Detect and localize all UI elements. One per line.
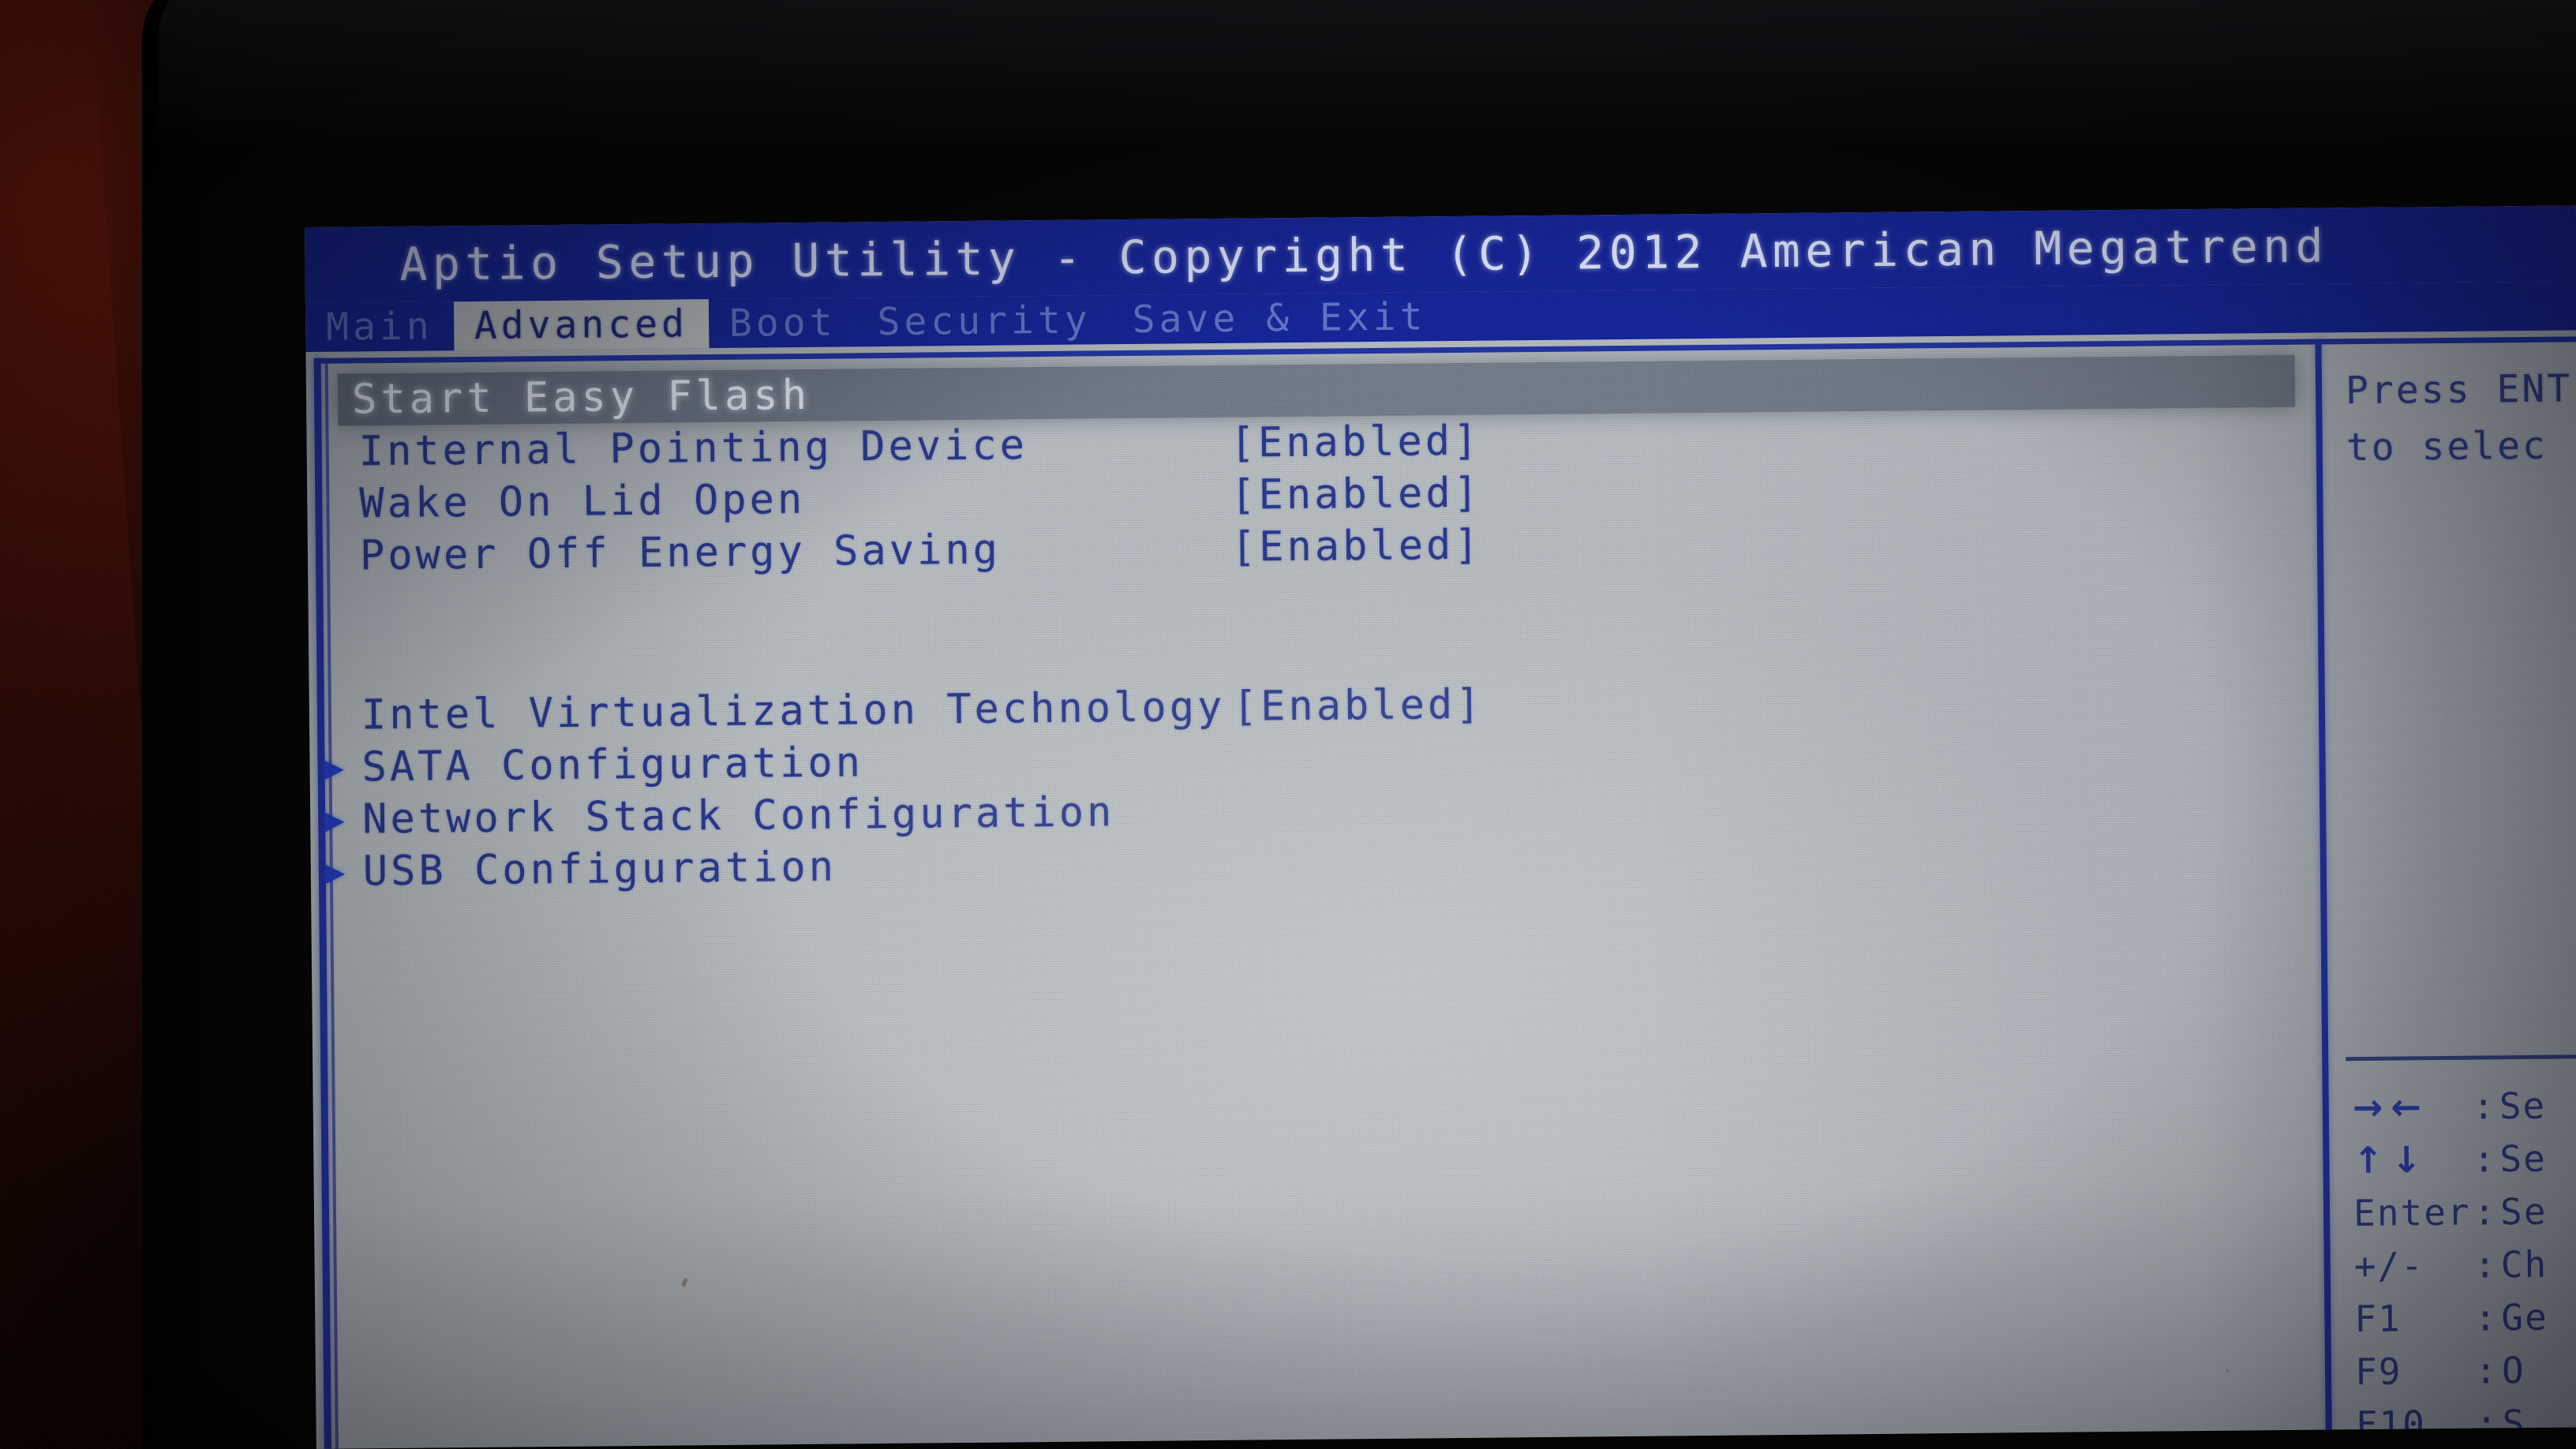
key-legend-row-f9: F9 : O (2355, 1342, 2576, 1398)
help-text-line: to selec (2346, 423, 2548, 470)
menu-item-value[interactable]: [Enabled] (1230, 470, 1481, 519)
key-separator: : (2473, 1189, 2498, 1234)
key-description: Ge (2501, 1295, 2549, 1339)
key-legend-row-updown: ↑↓ : Se (2353, 1131, 2576, 1186)
key-separator: : (2473, 1136, 2497, 1181)
key-description: Se (2499, 1189, 2548, 1233)
key-legend-row-leftright: →← : Se (2352, 1078, 2576, 1133)
menu-item-label: SATA Configuration (361, 739, 864, 792)
menu-item-label: Wake On Lid Open (359, 475, 806, 528)
laptop-bezel-highlight (158, 0, 2576, 142)
menu-item-label: USB Configuration (362, 843, 837, 896)
key-description: Se (2499, 1136, 2548, 1180)
key-name: Enter (2353, 1190, 2471, 1234)
submenu-arrow-icon: ▶ (324, 852, 346, 891)
tab-boot[interactable]: Boot (709, 298, 857, 348)
tab-save-exit[interactable]: Save & Exit (1111, 292, 1447, 344)
key-name: +/- (2353, 1243, 2425, 1287)
key-legend-row-plusminus: +/- : Ch (2353, 1237, 2576, 1292)
key-description: O (2501, 1348, 2525, 1391)
key-legend-row-f1: F1 : Ge (2354, 1290, 2576, 1345)
menu-item-label: Power Off Energy Saving (359, 526, 1002, 580)
key-legend-row-enter: Enter : Se (2353, 1184, 2576, 1239)
photo-scene: Aptio Setup Utility - Copyright (C) 2012… (0, 0, 2576, 1449)
key-separator: : (2473, 1242, 2498, 1286)
key-separator: : (2472, 1084, 2496, 1128)
menu-item-value[interactable]: [Enabled] (1230, 417, 1481, 467)
menu-item-value[interactable]: [Enabled] (1233, 681, 1484, 731)
submenu-arrow-icon: ▶ (324, 799, 345, 839)
help-text-line: Press ENT (2345, 366, 2573, 414)
key-description: Se (2499, 1084, 2547, 1127)
tab-main[interactable]: Main (305, 301, 454, 352)
menu-item-label: Intel Virtualization Technology (361, 683, 1226, 739)
bios-screen: Aptio Setup Utility - Copyright (C) 2012… (305, 205, 2576, 1449)
arrow-updown-icon: ↑↓ (2353, 1137, 2430, 1181)
page-title: Aptio Setup Utility - Copyright (C) 2012… (399, 219, 2329, 291)
dust-speck (2225, 1368, 2230, 1372)
arrow-leftright-icon: →← (2352, 1084, 2430, 1129)
menu-item-value[interactable]: [Enabled] (1231, 522, 1482, 571)
key-name: F9 (2354, 1350, 2402, 1393)
key-description: Ch (2500, 1242, 2548, 1286)
menu-item-label: Internal Pointing Device (358, 421, 1028, 476)
menu-item-label: Network Stack Configuration (361, 788, 1115, 844)
tab-advanced[interactable]: Advanced (453, 299, 710, 351)
submenu-arrow-icon: ▶ (324, 747, 345, 787)
key-separator: : (2474, 1348, 2499, 1392)
key-name: F1 (2354, 1297, 2402, 1340)
tab-security[interactable]: Security (856, 295, 1112, 346)
settings-menu: Start Easy Flash Internal Pointing Devic… (324, 354, 2300, 898)
menu-item-label: Start Easy Flash (351, 371, 811, 424)
key-separator: : (2474, 1295, 2499, 1339)
help-pane: Press ENT to selec (2346, 360, 2576, 476)
key-legend: →← : Se ↑↓ : Se Enter : Se +/- : Ch F1 : (2352, 1078, 2576, 1449)
